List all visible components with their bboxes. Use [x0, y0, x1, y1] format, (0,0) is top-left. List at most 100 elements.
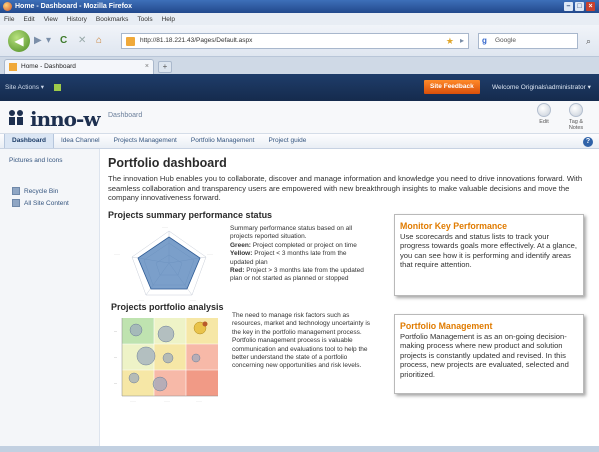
- menu-history[interactable]: History: [67, 16, 87, 23]
- sharepoint-ribbon: Site Actions ▾ Site Feedback Welcome Ori…: [0, 74, 599, 101]
- window-controls: – □ ×: [564, 2, 595, 11]
- dropdown-arrow-icon[interactable]: ▾: [46, 35, 51, 46]
- summary-section-title: Projects summary performance status: [108, 210, 273, 220]
- logo-mark-icon: [9, 110, 23, 125]
- card-body: Use scorecards and status lists to track…: [400, 232, 577, 270]
- menu-bar: File Edit View History Bookmarks Tools H…: [0, 13, 599, 25]
- address-url: http://81.18.221.43/Pages/Default.aspx: [140, 37, 253, 44]
- quick-launch-heading[interactable]: Pictures and Icons: [9, 157, 62, 164]
- edit-page-icon[interactable]: [53, 83, 61, 91]
- recycle-bin-link[interactable]: Recycle Bin: [12, 187, 58, 195]
- tag-icon: [569, 103, 583, 117]
- user-label: Welcome Originals\administrator: [492, 84, 586, 91]
- axis-tick-label: ······: [130, 399, 136, 403]
- search-box[interactable]: g Google ⌕: [478, 33, 591, 49]
- horizontal-scrollbar[interactable]: [0, 446, 599, 452]
- red-text: Project > 3 months late from the updated…: [230, 267, 364, 283]
- home-icon[interactable]: ⌂: [96, 35, 102, 46]
- site-actions-menu[interactable]: Site Actions ▾: [5, 83, 61, 91]
- stop-icon[interactable]: ✕: [78, 35, 86, 46]
- menu-tools[interactable]: Tools: [137, 16, 152, 23]
- radar-area: [137, 236, 201, 290]
- portfolio-bubble[interactable]: [136, 346, 156, 366]
- axis-tick-label: ······: [196, 399, 202, 403]
- minimize-icon[interactable]: –: [564, 2, 573, 11]
- tab-idea-channel[interactable]: Idea Channel: [54, 134, 107, 148]
- header-action-label: Tag & Notes: [568, 119, 584, 131]
- page-title: Portfolio dashboard: [108, 156, 227, 170]
- all-site-content-link[interactable]: All Site Content: [12, 199, 69, 207]
- user-menu[interactable]: Welcome Originals\administrator ▾: [492, 83, 591, 91]
- portfolio-bubble[interactable]: [157, 325, 175, 343]
- address-bar[interactable]: http://81.18.221.43/Pages/Default.aspx ★…: [121, 33, 469, 49]
- search-icon[interactable]: ⌕: [586, 34, 591, 48]
- portfolio-bubble[interactable]: [129, 323, 143, 337]
- portfolio-bubble[interactable]: [152, 376, 168, 392]
- forward-button[interactable]: ▶: [34, 35, 42, 46]
- header-actions: Edit Tag & Notes: [531, 103, 589, 131]
- breadcrumb[interactable]: Dashboard: [108, 112, 142, 119]
- top-navigation: Dashboard Idea Channel Projects Manageme…: [0, 133, 599, 149]
- card-body: Portfolio Management is as an on-going d…: [400, 332, 569, 379]
- red-label: Red:: [230, 267, 245, 275]
- menu-edit[interactable]: Edit: [23, 16, 34, 23]
- bookmark-star-icon[interactable]: ★: [446, 34, 454, 48]
- all-site-content-label: All Site Content: [24, 199, 69, 207]
- window-title: Home - Dashboard - Mozilla Firefox: [15, 3, 133, 10]
- browser-tab[interactable]: Home - Dashboard ×: [4, 59, 154, 74]
- menu-help[interactable]: Help: [162, 16, 175, 23]
- axis-tick-label: —: [114, 329, 117, 333]
- quick-launch: Pictures and Icons Recycle Bin All Site …: [0, 149, 100, 446]
- yellow-label: Yellow:: [230, 250, 253, 258]
- radar-axis-label: ······: [114, 252, 120, 256]
- menu-file[interactable]: File: [4, 16, 14, 23]
- reload-icon[interactable]: C: [60, 35, 67, 46]
- tab-close-icon[interactable]: ×: [145, 60, 149, 73]
- card-title[interactable]: Portfolio Management: [400, 321, 578, 331]
- tab-project-guide[interactable]: Project guide: [261, 134, 313, 148]
- tab-favicon: [9, 63, 17, 71]
- axis-tick-label: —: [114, 381, 117, 385]
- help-icon[interactable]: ?: [583, 137, 593, 147]
- site-feedback-button[interactable]: Site Feedback: [424, 80, 480, 94]
- header-action-tags[interactable]: Tag & Notes: [563, 103, 589, 131]
- portfolio-bubble[interactable]: [128, 372, 140, 384]
- radar-axis-label: ······: [207, 252, 213, 256]
- go-arrow-icon[interactable]: ▸: [460, 34, 464, 48]
- search-placeholder: Google: [495, 37, 516, 44]
- maximize-icon[interactable]: □: [575, 2, 584, 11]
- recycle-bin-icon: [12, 187, 20, 195]
- portfolio-bubble[interactable]: [162, 352, 174, 364]
- green-label: Green:: [230, 241, 251, 249]
- tab-dashboard[interactable]: Dashboard: [4, 134, 54, 148]
- menu-view[interactable]: View: [44, 16, 58, 23]
- site-logo[interactable]: inno-w: [30, 107, 101, 131]
- axis-tick-label: ······: [164, 399, 170, 403]
- tab-portfolio-management[interactable]: Portfolio Management: [184, 134, 262, 148]
- back-button[interactable]: ◀: [8, 30, 30, 52]
- monitor-kpi-card[interactable]: Monitor Key Performance Use scorecards a…: [394, 214, 584, 296]
- firefox-icon: [3, 2, 12, 11]
- card-title[interactable]: Monitor Key Performance: [400, 221, 578, 231]
- header-action-edit[interactable]: Edit: [531, 103, 557, 131]
- summary-description: Summary performance status based on all …: [230, 225, 368, 284]
- portfolio-description: The need to manage risk factors such as …: [232, 312, 371, 370]
- portfolio-bubble-highlight[interactable]: [202, 321, 208, 327]
- portfolio-bubble[interactable]: [191, 353, 201, 363]
- tab-title: Home - Dashboard: [21, 63, 76, 70]
- google-icon: g: [482, 36, 487, 45]
- portfolio-section-title: Projects portfolio analysis: [111, 302, 224, 312]
- new-tab-button[interactable]: +: [158, 61, 172, 73]
- navigation-toolbar: ◀ ▶ ▾ C ✕ ⌂ http://81.18.221.43/Pages/De…: [0, 25, 599, 57]
- close-icon[interactable]: ×: [586, 2, 595, 11]
- axis-tick-label: —: [114, 355, 117, 359]
- menu-bookmarks[interactable]: Bookmarks: [96, 16, 129, 23]
- intro-text: The innovation Hub enables you to collab…: [108, 174, 583, 203]
- portfolio-bubble-chart[interactable]: — — — ······ ······ ······: [108, 312, 226, 404]
- radar-chart[interactable]: ······ ······ ······ ······ ······: [110, 223, 228, 303]
- header-action-label: Edit: [539, 119, 549, 125]
- tab-projects-management[interactable]: Projects Management: [107, 134, 184, 148]
- portfolio-management-card[interactable]: Portfolio Management Portfolio Managemen…: [394, 314, 584, 394]
- green-text: Project completed or project on time: [252, 241, 357, 249]
- site-content-icon: [12, 199, 20, 207]
